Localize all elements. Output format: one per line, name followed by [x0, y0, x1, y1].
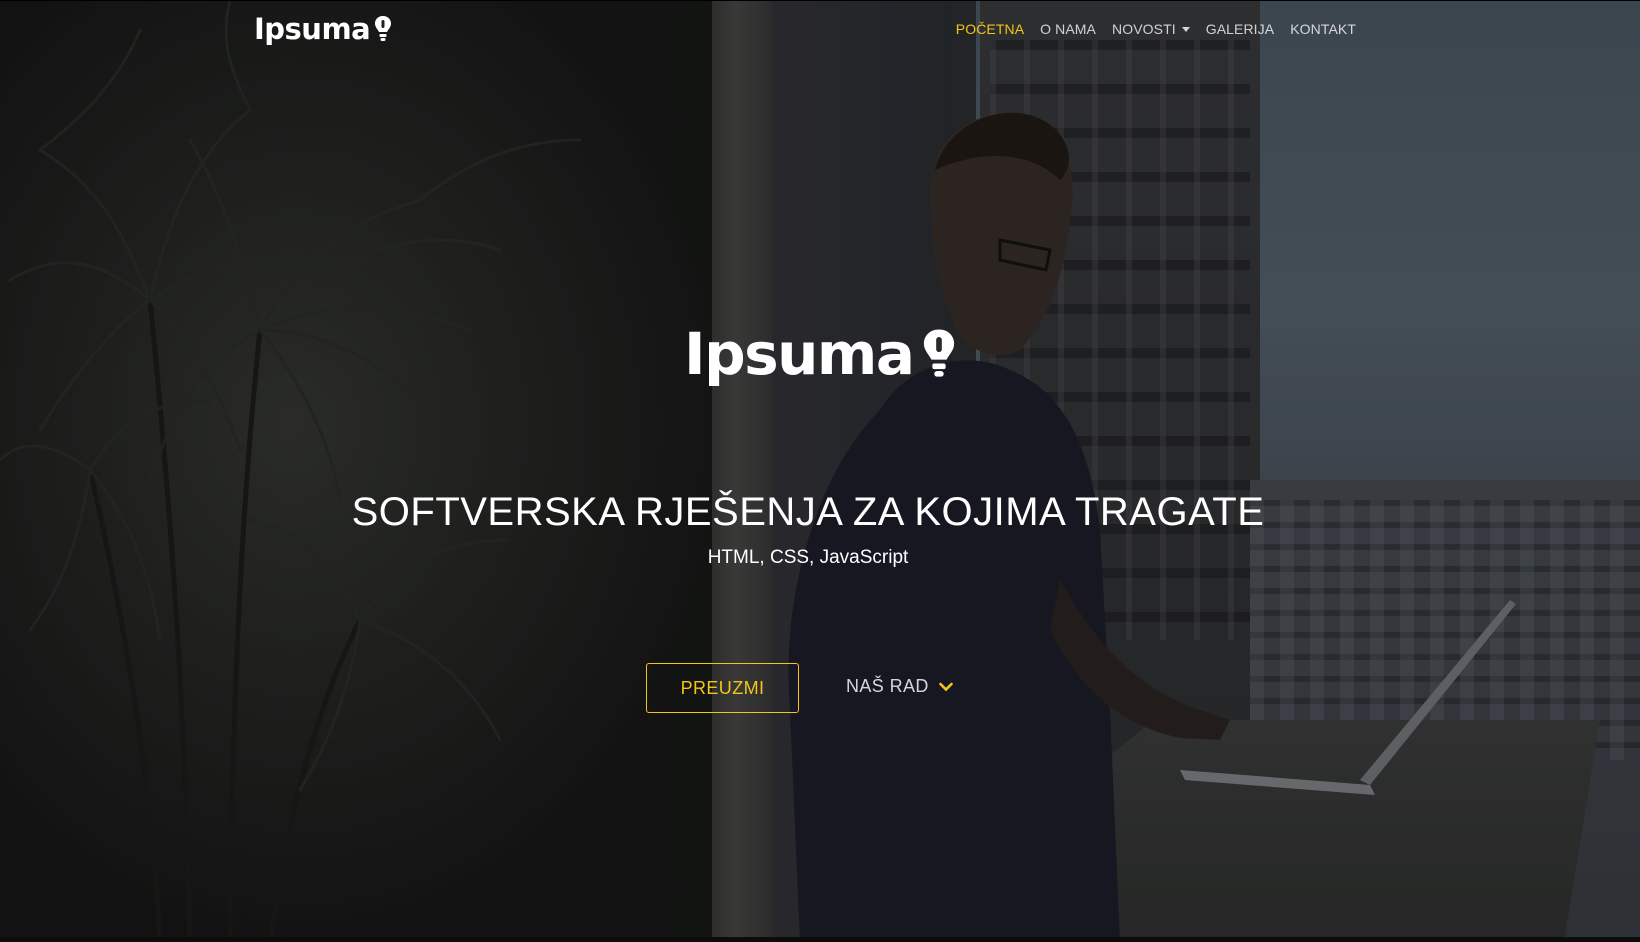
dark-overlay [0, 0, 1640, 942]
hero-logo-text: Ipsuma [684, 320, 915, 388]
nav-item-novosti-label: NOVOSTI [1112, 21, 1176, 37]
download-button[interactable]: PREUZMI [646, 663, 799, 713]
chevron-down-icon [939, 682, 953, 691]
nav-item-kontakt[interactable]: KONTAKT [1290, 21, 1356, 37]
lightbulb-icon [375, 16, 392, 41]
bottom-border [0, 937, 1640, 942]
nav-item-pocetna[interactable]: POČETNA [956, 21, 1024, 37]
navbar: Ipsuma POČETNA O NAMA NOVOSTI GALERIJA K… [0, 0, 1640, 60]
caret-down-icon [1181, 27, 1190, 32]
nav-item-o-nama[interactable]: O NAMA [1040, 21, 1096, 37]
brand-name: Ipsuma [254, 12, 371, 46]
our-work-button[interactable]: NAŠ RAD [846, 676, 953, 697]
lightbulb-icon [923, 329, 954, 377]
nav-item-novosti[interactable]: NOVOSTI [1112, 21, 1190, 37]
hero-subline: HTML, CSS, JavaScript [707, 547, 909, 568]
brand-logo[interactable]: Ipsuma [254, 12, 392, 46]
main-nav: POČETNA O NAMA NOVOSTI GALERIJA KONTAKT [956, 21, 1356, 37]
hero-headline: SOFTVERSKA RJEŠENJA ZA KOJIMA TRAGATE [351, 490, 1265, 534]
our-work-label: NAŠ RAD [846, 676, 929, 696]
nav-item-galerija[interactable]: GALERIJA [1206, 21, 1275, 37]
hero-logo: Ipsuma [684, 320, 956, 388]
